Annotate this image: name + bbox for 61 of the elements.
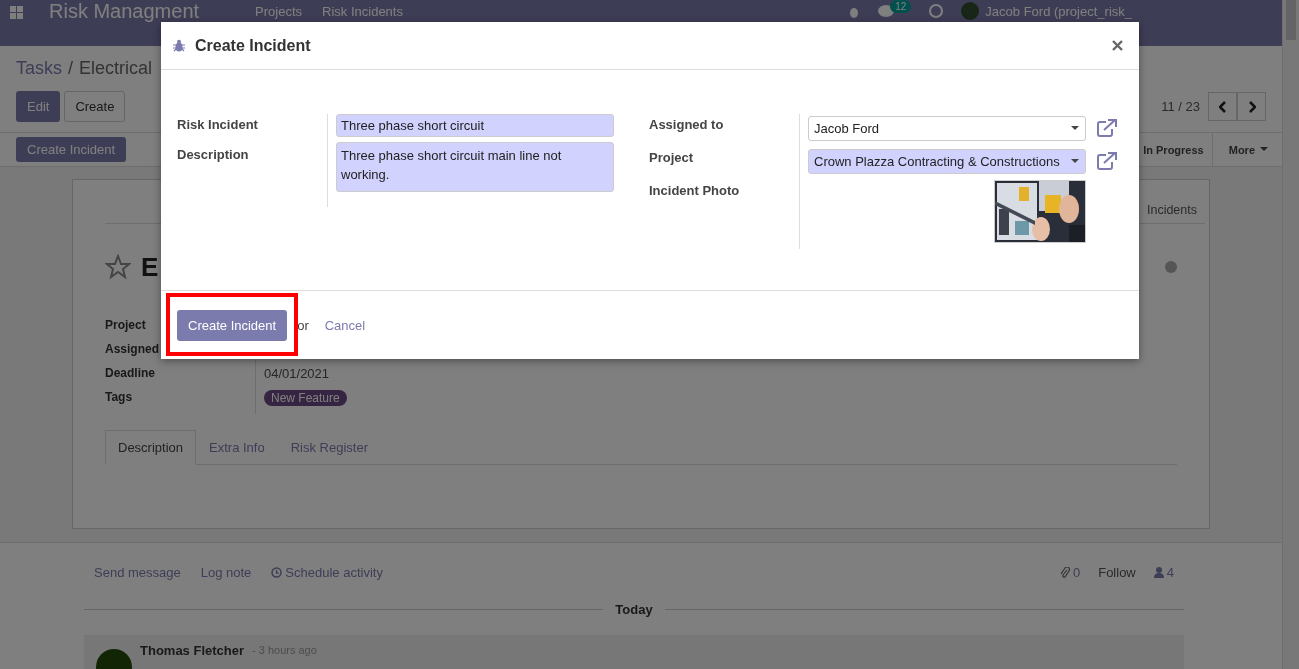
field-label: Risk Incident	[177, 117, 259, 134]
tag: New Feature	[264, 390, 347, 406]
select-field[interactable]: Jacob Ford	[808, 115, 1086, 141]
field-label: Assigned	[105, 342, 159, 356]
caret-icon	[1071, 158, 1079, 164]
external-link-icon[interactable]	[1097, 152, 1117, 170]
followers-button[interactable]: 4	[1153, 565, 1174, 580]
attachments-button[interactable]: 0	[1059, 565, 1081, 580]
follow-button[interactable]: Follow	[1098, 565, 1136, 580]
edit-button[interactable]: Edit	[16, 91, 61, 122]
field-label: Tags	[105, 390, 133, 404]
app-title: Risk Managment	[49, 0, 200, 22]
field-label: Deadline	[105, 366, 155, 380]
external-link-icon[interactable]	[1097, 119, 1117, 137]
status-dot[interactable]	[1165, 261, 1177, 273]
previous-button[interactable]	[1208, 92, 1237, 121]
field-label: Description	[177, 147, 250, 164]
create-button[interactable]: Create	[64, 91, 126, 122]
tab[interactable]: Description	[105, 430, 197, 465]
create-incident-button[interactable]: Create Incident	[16, 137, 127, 162]
field-label: Project	[649, 150, 695, 167]
text-field[interactable]: Three phase short circuit	[336, 114, 614, 137]
avatar[interactable]	[961, 2, 980, 20]
dialog-title: Create Incident	[195, 36, 311, 55]
caret-icon	[1260, 147, 1268, 152]
chatter-link[interactable]: Send message	[94, 565, 181, 580]
more-button[interactable]: More	[1212, 133, 1282, 166]
chatter-link[interactable]: Schedule activity	[271, 565, 383, 580]
description-field[interactable]: Three phase short circuit main line not working.	[336, 142, 614, 192]
field-value: 04/01/2021	[264, 366, 330, 381]
chevron-right-icon	[1247, 100, 1256, 113]
breadcrumb-separator: /	[68, 57, 74, 79]
clock-icon[interactable]	[929, 4, 944, 18]
or-text: or	[297, 317, 309, 333]
close-icon[interactable]	[1112, 40, 1123, 51]
user-name[interactable]: Jacob Ford (project_risk_	[985, 3, 1132, 19]
date-separator: Today	[615, 602, 653, 617]
tab[interactable]: Risk Register	[277, 430, 381, 465]
message-author: Thomas Fletcher	[140, 643, 245, 658]
star-icon[interactable]	[105, 254, 131, 280]
notification-badge: 12	[890, 0, 912, 13]
breadcrumb-link[interactable]: Tasks	[16, 57, 62, 79]
field-label: Assigned to	[649, 117, 725, 134]
task-title: E	[141, 251, 159, 283]
menu-item[interactable]: Risk Incidents	[322, 4, 403, 19]
select-field[interactable]: Crown Plazza Contracting & Constructions	[808, 148, 1086, 174]
breadcrumb-current: Electrical	[79, 57, 153, 79]
chatter-link[interactable]: Log note	[200, 565, 252, 580]
apps-icon[interactable]	[10, 6, 23, 19]
menu-item[interactable]: Projects	[255, 4, 303, 19]
incidents-button[interactable]: Incidents	[1140, 203, 1205, 223]
clock-icon	[271, 567, 283, 578]
field-label: Incident Photo	[649, 183, 741, 200]
create-incident-button[interactable]: Create Incident	[177, 309, 288, 341]
tab[interactable]: Extra Info	[196, 430, 278, 465]
scrollbar[interactable]	[1282, 0, 1299, 669]
pager-counter: 11 / 23	[1161, 99, 1200, 114]
next-button[interactable]	[1237, 92, 1266, 121]
cancel-link[interactable]: Cancel	[324, 317, 366, 333]
chevron-left-icon	[1218, 100, 1227, 113]
field-label: Project	[105, 318, 146, 332]
